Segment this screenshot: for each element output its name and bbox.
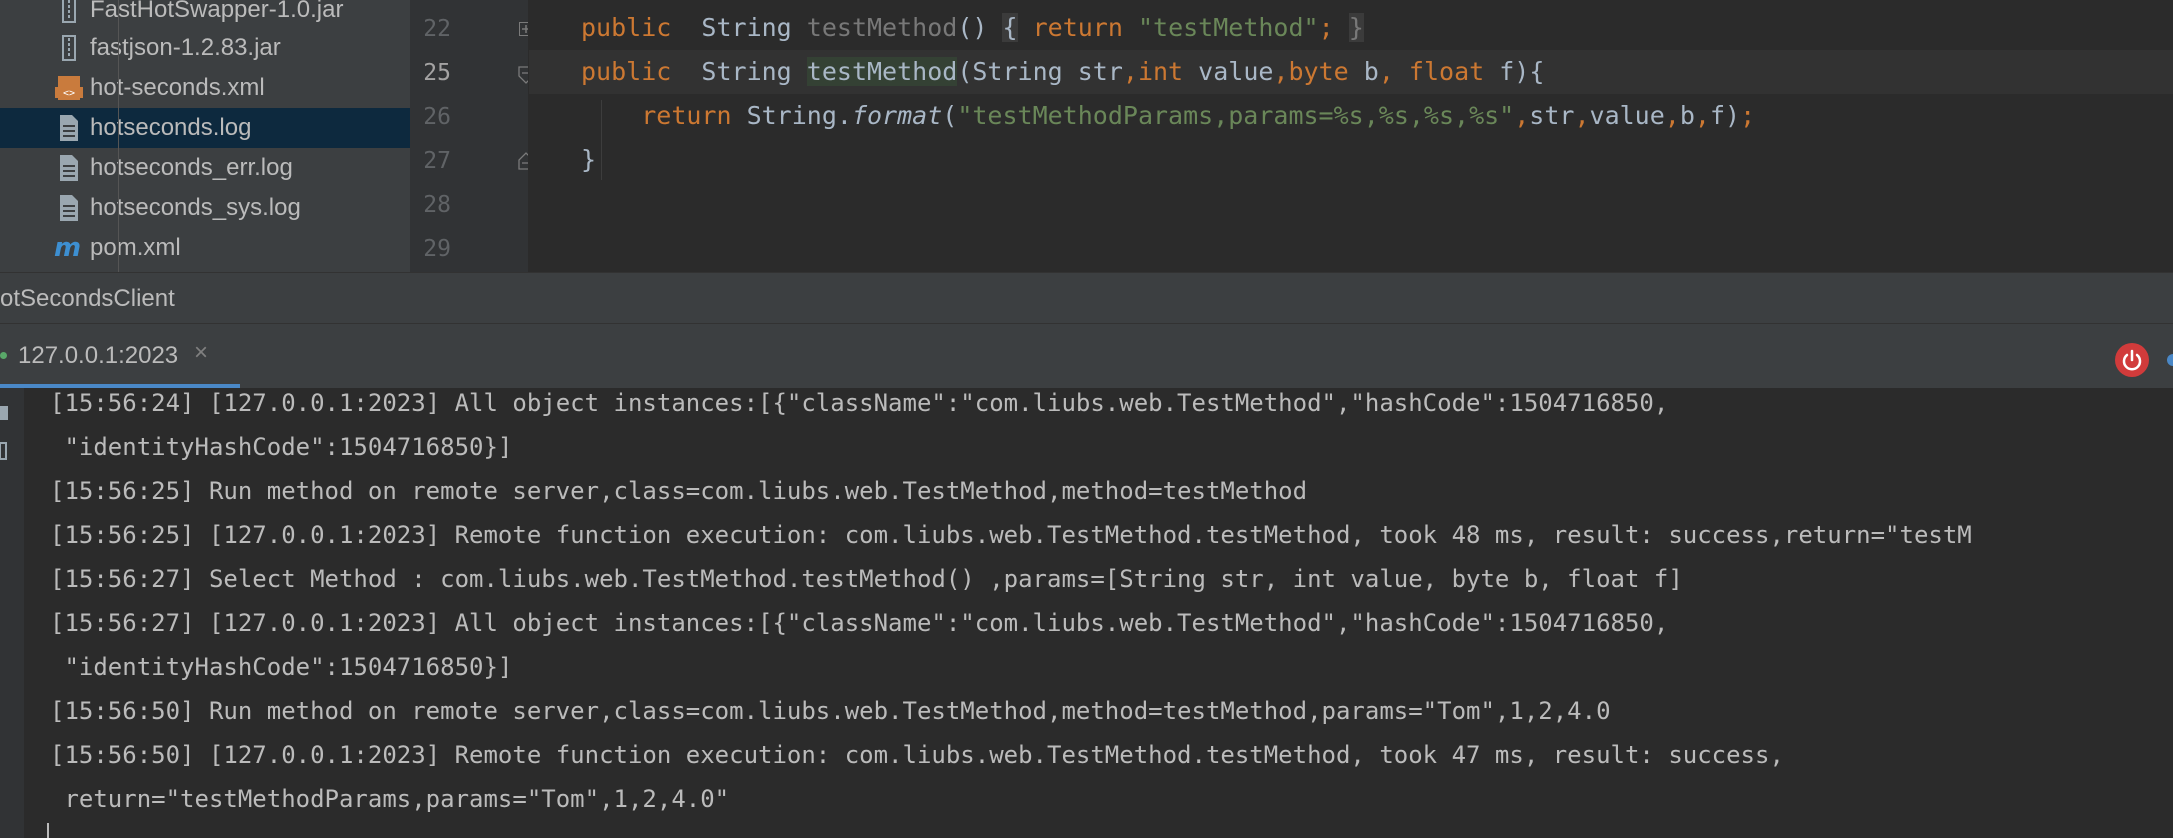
fold-collapse-icon[interactable]	[518, 66, 528, 89]
text-file-icon	[54, 153, 84, 183]
tree-item-pom-xml[interactable]: m pom.xml	[0, 228, 410, 268]
line-number: 28	[423, 192, 451, 218]
console-line: [15:56:50] [127.0.0.1:2023] Remote funct…	[50, 741, 1784, 769]
console-line: "identityHashCode":1504716850}]	[50, 653, 513, 681]
run-tab-bar: 127.0.0.1:2023 ×	[0, 324, 2173, 388]
close-icon[interactable]: ×	[194, 339, 208, 367]
tree-item-hotseconds-log[interactable]: hotseconds.log	[0, 108, 410, 148]
code-line-27: }	[581, 145, 597, 174]
line-number: 27	[423, 148, 451, 174]
tree-item-hotseconds-sys-log[interactable]: hotseconds_sys.log	[0, 188, 410, 228]
tree-item-hotseconds-err-log[interactable]: hotseconds_err.log	[0, 148, 410, 188]
console-line: [15:56:25] Run method on remote server,c…	[50, 477, 1308, 505]
svg-text:m: m	[54, 235, 81, 261]
tree-item-label: hotseconds_err.log	[90, 154, 293, 181]
tree-item-label: pom.xml	[90, 234, 181, 261]
line-number: 29	[423, 236, 451, 262]
text-caret	[47, 823, 49, 838]
line-number: 26	[423, 104, 451, 130]
console-toolbar-icon[interactable]	[0, 402, 10, 429]
fold-expand-icon[interactable]	[519, 22, 528, 36]
code-line-25: public String testMethod(String str,int …	[529, 50, 2173, 94]
text-file-icon	[54, 193, 84, 223]
line-number: 22	[423, 16, 451, 42]
line-number-current: 25	[423, 60, 451, 86]
svg-text:<>: <>	[63, 88, 75, 99]
console-line: [15:56:24] [127.0.0.1:2023] All object i…	[50, 389, 1669, 417]
console-line: [15:56:50] Run method on remote server,c…	[50, 697, 1611, 725]
tree-item-fasthotswapper-jar[interactable]: FastHotSwapper-1.0.jar	[0, 0, 410, 30]
running-indicator-icon	[0, 352, 7, 359]
console-output[interactable]: [15:56:24] [127.0.0.1:2023] All object i…	[24, 388, 2173, 838]
run-tool-window-title: otSecondsClient	[0, 285, 175, 312]
console-line: "identityHashCode":1504716850}]	[50, 433, 513, 461]
tree-item-label: hotseconds.log	[90, 114, 252, 141]
run-tab[interactable]: 127.0.0.1:2023 ×	[0, 324, 240, 388]
toolbar-action-icon[interactable]	[2167, 354, 2173, 366]
text-file-icon	[54, 113, 84, 143]
jar-icon	[54, 0, 84, 25]
maven-icon: m	[54, 233, 84, 263]
console-toolbar	[0, 388, 24, 838]
console-line: [15:56:27] [127.0.0.1:2023] All object i…	[50, 609, 1669, 637]
console-toolbar-icon[interactable]	[0, 440, 10, 467]
console-line: [15:56:27] Select Method : com.liubs.web…	[50, 565, 1683, 593]
code-line-22: public String testMethod() { return "tes…	[581, 13, 1364, 42]
run-tool-window-header: otSecondsClient	[0, 272, 2173, 324]
code-editor[interactable]: public String testMethod() { return "tes…	[529, 0, 2173, 272]
tree-item-label: hotseconds_sys.log	[90, 194, 301, 221]
run-tab-label: 127.0.0.1:2023	[18, 342, 179, 369]
jar-icon	[54, 33, 84, 63]
code-line-26: return String.format("testMethodParams,p…	[641, 101, 1756, 130]
project-tree: FastHotSwapper-1.0.jar fastjson-1.2.83.j…	[0, 0, 410, 272]
editor-gutter: 22 25 26 27 28 29	[410, 0, 528, 272]
indent-guide	[601, 100, 602, 180]
tree-item-label: hot-seconds.xml	[90, 74, 265, 101]
xml-file-icon: <>	[54, 73, 84, 103]
tree-item-fastjson-jar[interactable]: fastjson-1.2.83.jar	[0, 28, 410, 68]
fold-end-icon[interactable]	[518, 152, 528, 175]
tree-item-label: FastHotSwapper-1.0.jar	[90, 0, 344, 23]
console-line: [15:56:25] [127.0.0.1:2023] Remote funct…	[50, 521, 1972, 549]
stop-button[interactable]	[2115, 343, 2149, 377]
gutter-divider	[118, 0, 119, 272]
console-line: return="testMethodParams,params="Tom",1,…	[50, 785, 730, 813]
power-icon	[2122, 349, 2142, 371]
tree-item-hot-seconds-xml[interactable]: <> hot-seconds.xml	[0, 68, 410, 108]
